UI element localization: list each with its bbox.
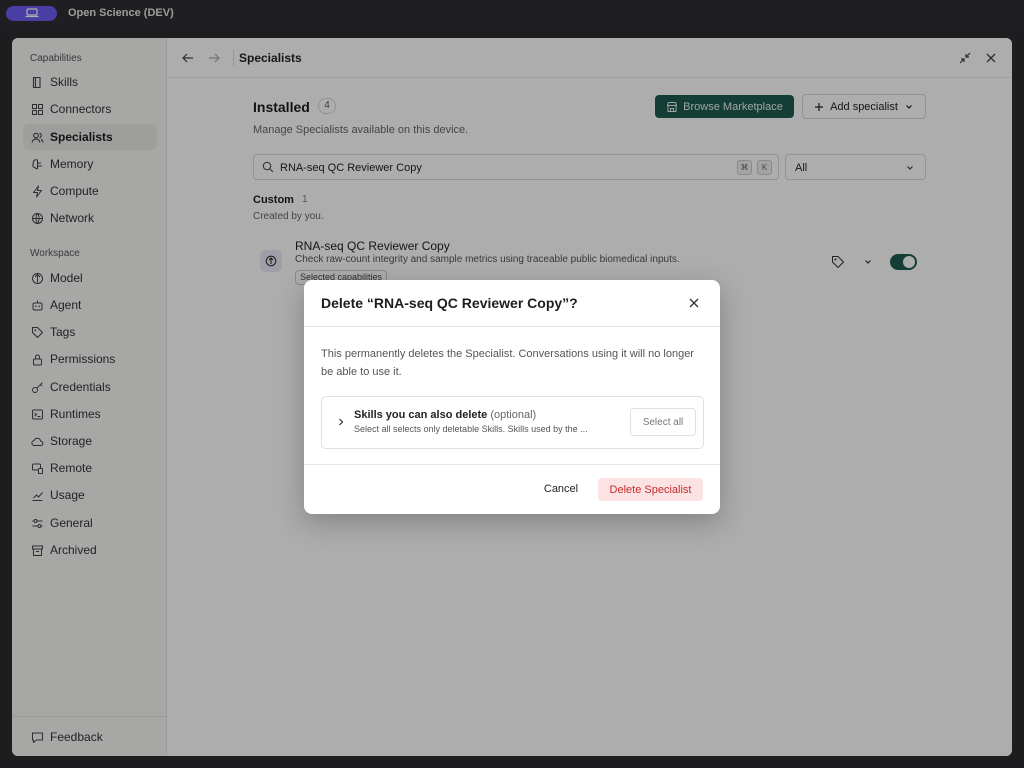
chevron-right-icon[interactable] — [336, 417, 346, 427]
skills-section-subtitle: Select all selects only deletable Skills… — [354, 424, 588, 434]
dialog-title: Delete “RNA-seq QC Reviewer Copy”? — [321, 295, 578, 311]
dialog-message: This permanently deletes the Specialist.… — [321, 348, 694, 378]
cancel-button[interactable]: Cancel — [536, 478, 586, 500]
close-icon[interactable] — [688, 297, 700, 309]
dialog-divider — [304, 326, 720, 327]
skills-delete-section[interactable]: Skills you can also delete (optional) Se… — [321, 396, 704, 449]
skills-section-title: Skills you can also delete (optional) — [354, 409, 536, 421]
delete-specialist-dialog: Delete “RNA-seq QC Reviewer Copy”? This … — [304, 280, 720, 514]
select-all-button[interactable]: Select all — [630, 408, 696, 436]
delete-specialist-button[interactable]: Delete Specialist — [598, 478, 703, 501]
dialog-footer-divider — [304, 464, 720, 465]
skills-title-text: Skills you can also delete — [354, 409, 488, 421]
optional-label: (optional) — [490, 409, 537, 421]
